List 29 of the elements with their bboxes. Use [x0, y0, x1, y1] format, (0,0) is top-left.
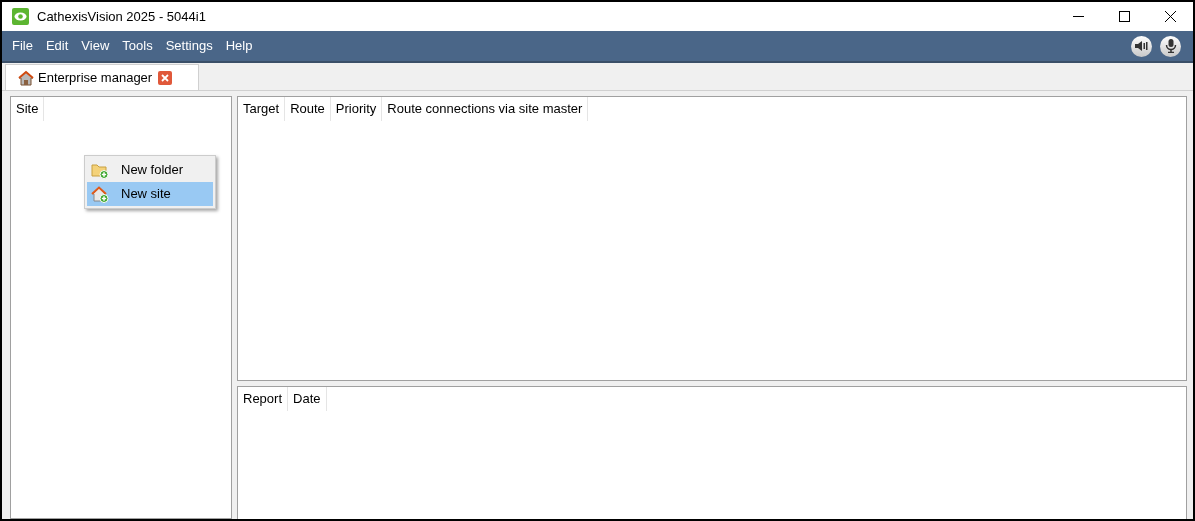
close-icon: [161, 73, 170, 82]
menu-item[interactable]: File: [12, 36, 33, 56]
microphone-icon: [1164, 39, 1177, 53]
column-header[interactable]: Site: [11, 97, 45, 121]
menu-item[interactable]: Edit: [45, 36, 69, 56]
close-tab-button[interactable]: [158, 70, 173, 85]
menu-item[interactable]: View: [81, 36, 110, 56]
maximize-icon: [1118, 11, 1130, 22]
folder-add-icon: [91, 161, 109, 179]
column-header[interactable]: Route connections via site master: [382, 97, 589, 121]
speaker-button[interactable]: [1131, 35, 1152, 57]
speaker-icon: [1135, 40, 1148, 52]
column-header[interactable]: Date: [288, 387, 327, 411]
house-add-icon: [91, 185, 109, 203]
menu-item[interactable]: Settings: [165, 36, 213, 56]
house-icon: [18, 69, 34, 86]
menu-item[interactable]: New site: [87, 182, 213, 206]
menu-item[interactable]: Help: [225, 36, 253, 56]
menu-item[interactable]: New folder: [87, 158, 213, 182]
column-header[interactable]: Route: [285, 97, 331, 121]
eye-logo-icon: [12, 8, 29, 25]
close-icon: [1164, 11, 1176, 22]
window-title: CathexisVision 2025 - 5044i1: [37, 7, 206, 26]
tab[interactable]: Enterprise manager: [5, 64, 200, 90]
microphone-button[interactable]: [1160, 35, 1181, 57]
column-header[interactable]: Priority: [330, 97, 383, 121]
column-header[interactable]: Target: [238, 97, 286, 121]
column-header[interactable]: Report: [238, 387, 289, 411]
menu-item[interactable]: Tools: [122, 36, 153, 56]
